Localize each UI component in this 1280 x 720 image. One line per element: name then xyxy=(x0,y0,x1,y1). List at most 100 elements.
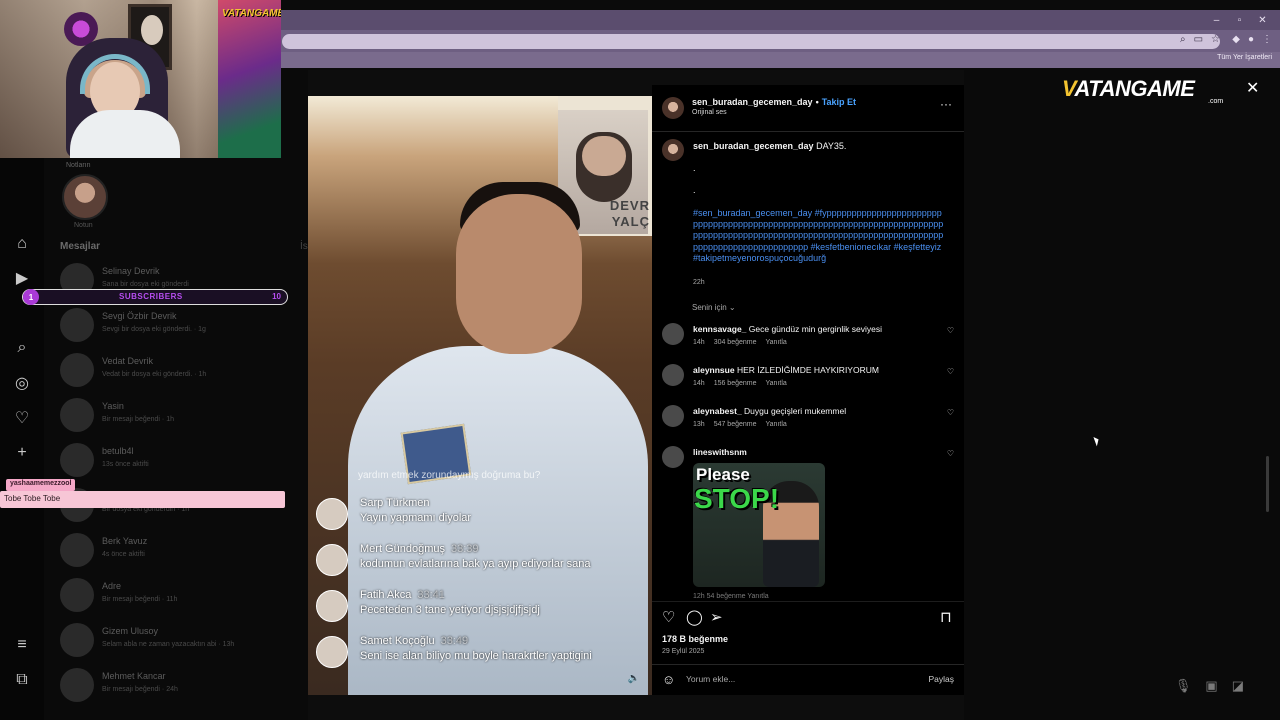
comment-item: aleynnsue HER İZLEDİĞİMDE HAYKIRIYORUM 1… xyxy=(652,364,964,402)
conversation-item[interactable]: Berk Yavuz 4s önce aktifti xyxy=(58,531,298,571)
apps-icon[interactable]: ⧉ xyxy=(12,670,32,690)
reply-button[interactable]: Yanıtla xyxy=(766,421,787,428)
caption-text: DAY35. xyxy=(816,141,847,151)
close-window-button[interactable]: ✕ xyxy=(1251,10,1274,30)
reels-icon[interactable]: ▶ xyxy=(12,268,32,288)
address-bar[interactable] xyxy=(282,34,1220,49)
live-comment-time: 33:39 xyxy=(450,543,479,555)
comment-author[interactable]: aleynabest_ xyxy=(693,406,742,416)
comment-likes[interactable]: 304 beğenme xyxy=(714,339,757,346)
heart-icon[interactable]: ♡ xyxy=(12,408,32,428)
browser-menu-icon[interactable]: ⋮ xyxy=(1262,34,1272,45)
avatar xyxy=(60,308,94,342)
zoom-icon[interactable]: ⌕ xyxy=(1180,34,1186,45)
comment-likes[interactable]: 547 beğenme xyxy=(714,421,757,428)
minimize-button[interactable]: – xyxy=(1205,10,1228,30)
post-author-name[interactable]: sen_buradan_gecemen_day xyxy=(692,97,813,107)
avatar[interactable] xyxy=(662,405,684,427)
share-icon[interactable]: ➢ xyxy=(710,608,723,626)
conversation-preview: Vedat bir dosya eki gönderdi. · 1h xyxy=(102,371,207,378)
conversation-item[interactable]: Sevgi Özbir Devrik Sevgi bir dosya eki gö… xyxy=(58,306,298,346)
bookmark-icon[interactable]: ⊓ xyxy=(940,608,952,626)
likes-count[interactable]: 178 B beğenme xyxy=(662,634,728,644)
avatar[interactable] xyxy=(662,446,684,468)
reply-button[interactable]: Yanıtla xyxy=(766,339,787,346)
scrollbar[interactable] xyxy=(1266,456,1269,512)
more-icon[interactable]: ··· xyxy=(940,97,952,111)
subscribers-count: 1 xyxy=(23,289,39,305)
star-icon[interactable]: ☆ xyxy=(1211,34,1220,45)
conversation-preview: Bir mesajı beğendi · 1h xyxy=(102,416,174,423)
avatar[interactable] xyxy=(662,364,684,386)
all-bookmarks-link[interactable]: Tüm Yer İşaretleri xyxy=(1217,54,1272,61)
live-comment-text: Yayın yapmamı diyolar xyxy=(360,512,472,524)
comment-like-icon[interactable]: ♡ xyxy=(947,449,954,458)
avatar xyxy=(60,533,94,567)
conversation-item[interactable]: Yasin Bir mesajı beğendi · 1h xyxy=(58,396,298,436)
comment-time: 13h xyxy=(693,421,705,428)
comment-icon[interactable]: ◯ xyxy=(686,608,703,626)
cast-icon[interactable]: ▭ xyxy=(1194,34,1203,45)
post-author-avatar[interactable] xyxy=(662,97,684,119)
note-avatar[interactable] xyxy=(62,174,108,220)
reply-button[interactable]: Yanıtla xyxy=(766,380,787,387)
conversation-item[interactable]: Mehmet Kancar Bir mesajı beğendi · 24h xyxy=(58,666,298,706)
subscribers-goal: 10 xyxy=(272,292,281,301)
home-icon[interactable]: ⌂ xyxy=(12,234,32,254)
conversation-name: Gizem Ulusoy xyxy=(102,626,159,636)
live-comment: Sarp Türkmen Yayın yapmamı diyolar xyxy=(316,496,646,532)
comment-gif[interactable]: Please STOP! xyxy=(693,463,825,587)
create-icon[interactable]: + xyxy=(12,443,32,463)
emoji-icon[interactable]: ☺ xyxy=(662,672,675,687)
comment-author[interactable]: aleynnsue xyxy=(693,365,735,375)
gif-text-stop: STOP! xyxy=(694,483,780,514)
caption-author-avatar[interactable] xyxy=(662,139,684,161)
live-comment-time: 33:41 xyxy=(417,589,445,601)
post-actions: ♡ ◯ ➢ ⊓ 178 B beğenme 29 Eylül 2025 ☺ Yo… xyxy=(652,601,964,691)
avatar xyxy=(316,544,348,576)
comment-like-icon[interactable]: ♡ xyxy=(947,326,954,335)
profile-icon[interactable]: ● xyxy=(1248,34,1254,45)
sticker-icon[interactable]: ◪ xyxy=(1232,678,1244,694)
menu-icon[interactable]: ≡ xyxy=(12,635,32,655)
messages-title: Mesajlar xyxy=(60,241,101,252)
search-icon[interactable]: ⌕ xyxy=(12,338,32,358)
comment-like-icon[interactable]: ♡ xyxy=(947,408,954,417)
extension-icon[interactable]: ◆ xyxy=(1232,34,1240,45)
gif-text-please: Please xyxy=(696,465,750,484)
follow-button[interactable]: Takip Et xyxy=(822,97,856,107)
comment-like-icon[interactable]: ♡ xyxy=(947,367,954,376)
avatar[interactable] xyxy=(662,323,684,345)
comment-input[interactable]: Yorum ekle... xyxy=(686,674,735,684)
caption-line: . xyxy=(693,163,696,173)
volume-icon[interactable]: 🔈 xyxy=(626,670,642,686)
avatar xyxy=(60,668,94,702)
requests-link[interactable]: İs xyxy=(300,241,308,252)
post-comment-button[interactable]: Paylaş xyxy=(928,674,954,684)
comment-sort-dropdown[interactable]: Senin için ⌄ xyxy=(692,303,736,312)
conversation-item[interactable]: betulb4l 13s önce aktifti xyxy=(58,441,298,481)
caption-author[interactable]: sen_buradan_gecemen_day xyxy=(693,141,814,151)
brand-domain: .com xyxy=(1208,98,1224,105)
reel-video[interactable]: DEVR YALÇ yardım etmek zorundaymış doğrum… xyxy=(308,96,652,695)
avatar xyxy=(316,590,348,622)
conversation-item[interactable]: Gizem Ulusoy Selam abla ne zaman yazacakt… xyxy=(58,621,298,661)
conversation-preview: Bir mesajı beğendi · 24h xyxy=(102,686,178,693)
live-comment-name: Samet Koçoğlu xyxy=(360,635,435,647)
image-icon[interactable]: ▣ xyxy=(1205,678,1217,694)
webcam-overlay: VATANGAME xyxy=(0,0,281,158)
comment-author[interactable]: kennsavage_ xyxy=(693,324,746,334)
maximize-button[interactable]: ▫ xyxy=(1228,10,1251,30)
original-audio[interactable]: Orijinal ses xyxy=(692,109,727,116)
conversation-item[interactable]: Vedat Devrik Vedat bir dosya eki gönderdi… xyxy=(58,351,298,391)
conversation-item[interactable]: Adre Bir mesajı beğendi · 11h xyxy=(58,576,298,616)
explore-icon[interactable]: ◎ xyxy=(12,373,32,393)
comment-likes[interactable]: 156 beğenme xyxy=(714,380,757,387)
mic-icon[interactable]: 🎙 xyxy=(1175,678,1192,694)
avatar xyxy=(60,398,94,432)
like-icon[interactable]: ♡ xyxy=(662,608,675,626)
caption-hashtags[interactable]: #sen_buradan_gecemen_day #fypppppppppppp… xyxy=(693,208,945,264)
comment-author[interactable]: lineswithsnm xyxy=(693,447,747,457)
close-icon[interactable]: ✕ xyxy=(1246,78,1259,98)
wall-poster xyxy=(218,0,281,158)
